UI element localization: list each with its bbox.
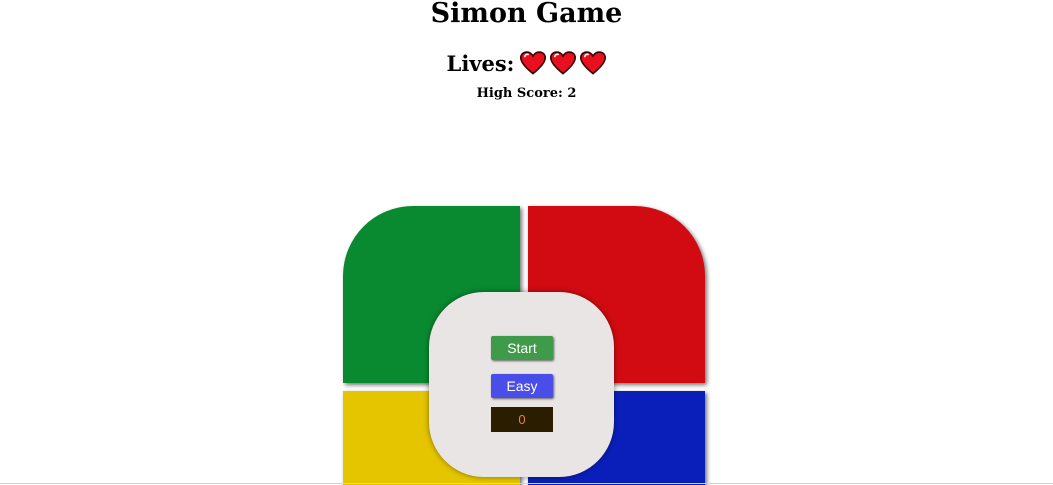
score-counter: 0 (491, 407, 553, 432)
difficulty-button[interactable]: Easy (491, 374, 553, 398)
heart-icon (520, 51, 547, 75)
heart-icon (550, 51, 577, 75)
heart-icon (580, 51, 607, 75)
page-title: Simon Game (430, 0, 623, 29)
start-button[interactable]: Start (491, 336, 553, 360)
lives-label: Lives: (446, 50, 515, 76)
simon-game-page: Simon Game Lives: High Score: 2 Start Ea… (0, 0, 1053, 485)
lives-hearts (520, 50, 607, 76)
page-divider (0, 483, 1053, 484)
high-score: High Score: 2 (476, 86, 577, 101)
control-panel: Start Easy 0 (429, 292, 614, 477)
lives-display: Lives: (0, 50, 1053, 76)
